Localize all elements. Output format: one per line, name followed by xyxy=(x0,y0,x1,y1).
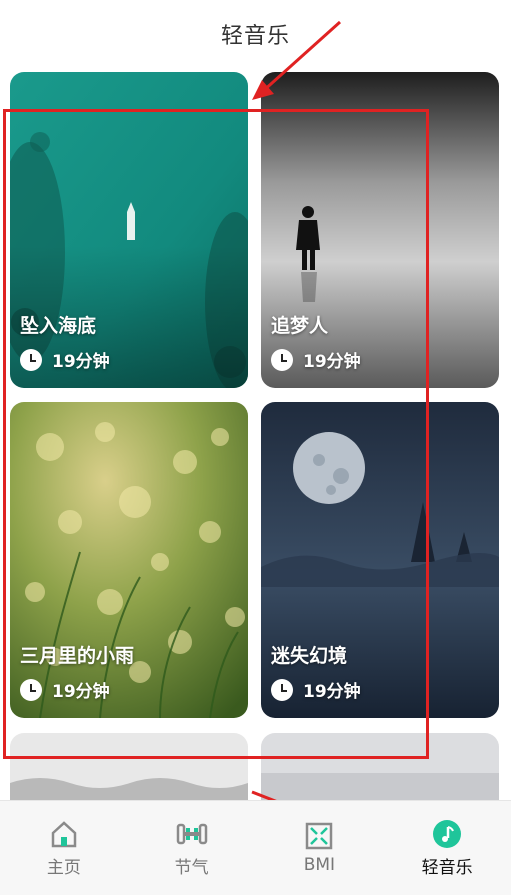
cloudy-sky-artwork xyxy=(261,733,499,800)
misty-forest-artwork xyxy=(10,733,248,800)
card-title: 迷失幻境 xyxy=(271,645,348,667)
music-card-ocean[interactable]: 坠入海底 19分钟 xyxy=(10,72,248,388)
card-title: 三月里的小雨 xyxy=(20,645,135,667)
music-card-rain[interactable]: 三月里的小雨 19分钟 xyxy=(10,402,248,718)
card-title: 追梦人 xyxy=(271,315,329,337)
clock-icon xyxy=(20,348,42,371)
music-note-icon xyxy=(433,819,462,848)
tab-light-music[interactable]: 轻音乐 xyxy=(383,801,511,895)
tab-label: 节气 xyxy=(174,857,209,878)
duration-text: 19分钟 xyxy=(52,352,110,372)
duration-text: 19分钟 xyxy=(303,352,361,372)
tab-label: 主页 xyxy=(46,857,81,878)
clock-icon xyxy=(271,348,293,371)
music-card-fantasy[interactable]: 迷失幻境 19分钟 xyxy=(261,402,499,718)
duration-text: 19分钟 xyxy=(303,682,361,702)
tab-label: 轻音乐 xyxy=(421,857,473,878)
fantasy-artwork xyxy=(261,402,499,718)
home-icon xyxy=(51,820,77,847)
card-duration: 19分钟 xyxy=(20,347,110,372)
clock-icon xyxy=(20,678,42,701)
duration-text: 19分钟 xyxy=(52,682,110,702)
card-title: 坠入海底 xyxy=(20,315,97,337)
tab-solar-terms[interactable]: 节气 xyxy=(128,801,256,895)
card-duration: 19分钟 xyxy=(271,347,361,372)
clock-icon xyxy=(271,678,293,701)
rain-artwork xyxy=(10,402,248,718)
card-duration: 19分钟 xyxy=(271,677,361,702)
music-card-dreamer[interactable]: 追梦人 19分钟 xyxy=(261,72,499,388)
music-card-partial-right[interactable] xyxy=(261,733,499,800)
ocean-artwork xyxy=(10,72,248,388)
bottom-tab-bar: 主页 节气 BMI 轻音乐 xyxy=(0,800,511,895)
tab-bmi[interactable]: BMI xyxy=(256,801,384,895)
tab-home[interactable]: 主页 xyxy=(0,801,128,895)
dumbbell-icon xyxy=(176,823,207,844)
music-grid: 坠入海底 19分钟 追梦人 19分钟 三月里的小雨 19分钟 迷失幻境 19分钟 xyxy=(0,0,511,800)
card-duration: 19分钟 xyxy=(20,677,110,702)
bmi-icon xyxy=(306,822,333,850)
tab-label: BMI xyxy=(303,855,336,875)
dreamer-artwork xyxy=(261,72,499,388)
music-card-partial-left[interactable] xyxy=(10,733,248,800)
